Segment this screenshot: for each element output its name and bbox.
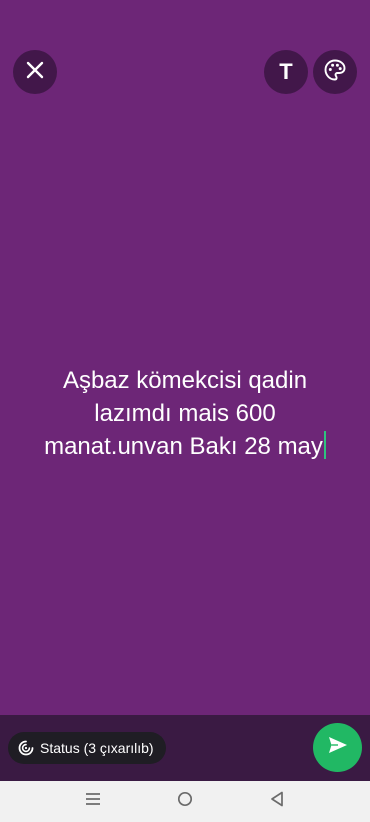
status-text-content: Aşbaz kömekcisi qadin lazımdı mais 600 m… (44, 367, 323, 460)
palette-icon (323, 58, 347, 87)
back-icon (270, 791, 284, 812)
close-icon (25, 60, 45, 85)
home-button[interactable] (165, 781, 205, 822)
home-icon (177, 791, 193, 812)
text-caret (323, 431, 326, 459)
status-audience-button[interactable]: Status (3 çıxarılıb) (8, 732, 166, 764)
status-ring-icon (18, 740, 34, 756)
send-button[interactable] (313, 723, 362, 772)
back-button[interactable] (257, 781, 297, 822)
status-composer-screen: T Aşbaz kömekcisi qadin lazımdı mais 600… (0, 0, 370, 822)
status-canvas[interactable]: T Aşbaz kömekcisi qadin lazımdı mais 600… (0, 0, 370, 715)
bottom-action-bar: Status (3 çıxarılıb) (0, 715, 370, 781)
status-audience-label: Status (3 çıxarılıb) (40, 740, 154, 756)
send-icon (327, 734, 349, 761)
color-palette-button[interactable] (313, 50, 357, 94)
close-button[interactable] (13, 50, 57, 94)
status-text-input[interactable]: Aşbaz kömekcisi qadin lazımdı mais 600 m… (30, 364, 340, 463)
text-style-label: T (279, 59, 293, 84)
text-style-button[interactable]: T (264, 50, 308, 94)
recent-apps-icon (85, 792, 101, 811)
recent-apps-button[interactable] (73, 781, 113, 822)
system-navigation-bar (0, 781, 370, 822)
